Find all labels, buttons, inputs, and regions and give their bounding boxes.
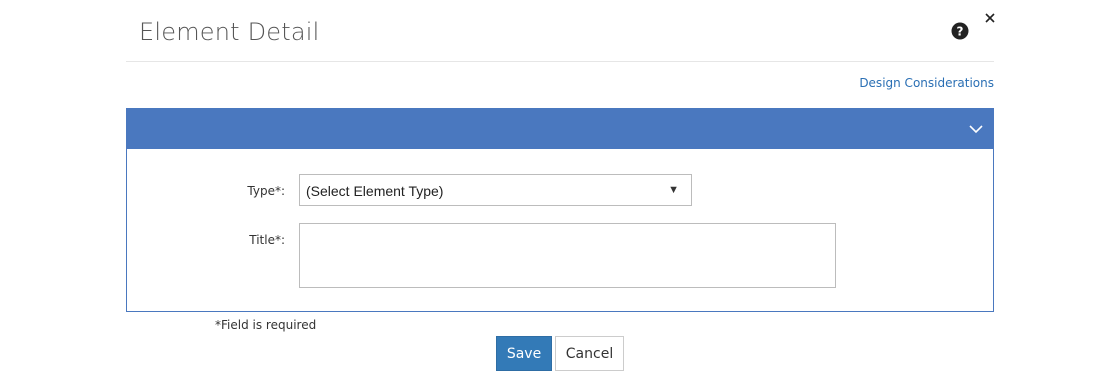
- title-label: Title*:: [249, 233, 285, 247]
- design-considerations-link[interactable]: Design Considerations: [859, 76, 994, 90]
- required-note: *Field is required: [215, 318, 317, 332]
- element-type-select-value: (Select Element Type): [306, 183, 444, 199]
- question-circle-icon[interactable]: ?: [951, 22, 969, 40]
- cancel-button[interactable]: Cancel: [555, 336, 624, 371]
- title-field[interactable]: [299, 223, 836, 288]
- panel-header[interactable]: [127, 109, 993, 149]
- header-divider: [126, 61, 994, 62]
- element-detail-dialog: Element Detail ? Design Considerations T…: [0, 0, 1120, 391]
- element-panel: Type*: (Select Element Type) ▼ Title*:: [126, 108, 994, 312]
- chevron-down-icon[interactable]: [967, 121, 985, 137]
- dialog-title: Element Detail: [139, 18, 320, 46]
- type-label: Type*:: [247, 184, 285, 198]
- svg-text:?: ?: [957, 25, 964, 39]
- element-type-select[interactable]: (Select Element Type) ▼: [299, 174, 692, 206]
- save-button[interactable]: Save: [496, 336, 552, 371]
- dropdown-arrow-icon: ▼: [668, 184, 679, 196]
- close-icon[interactable]: [982, 10, 998, 26]
